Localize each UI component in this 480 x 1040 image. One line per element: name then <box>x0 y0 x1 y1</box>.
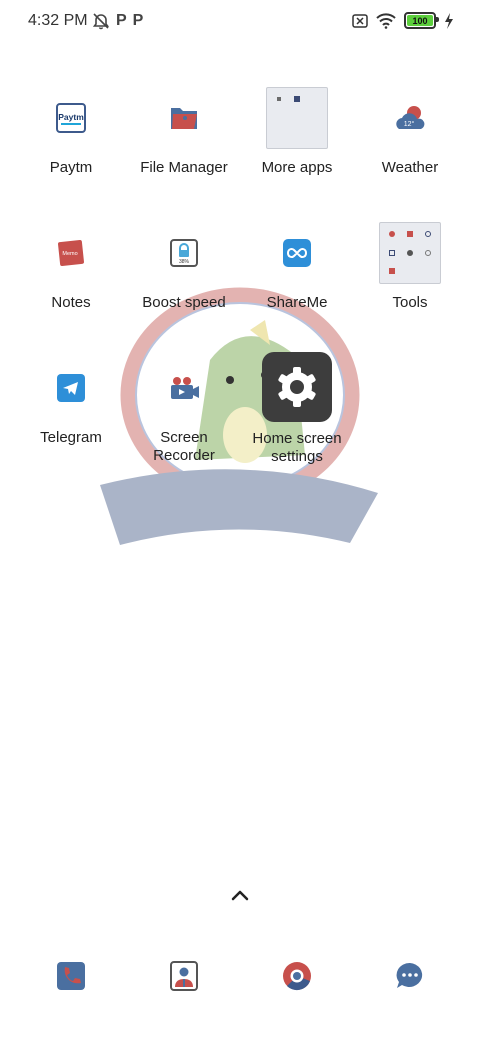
app-label: Weather <box>381 159 439 176</box>
folder-tools-icon <box>379 222 441 284</box>
settings-gear-icon <box>262 352 332 422</box>
contacts-icon <box>170 961 198 991</box>
telegram-icon <box>57 374 85 402</box>
messages-icon <box>396 962 423 988</box>
app-label: Paytm <box>49 159 93 176</box>
dock-contacts[interactable] <box>153 945 215 1007</box>
app-label: Boost speed <box>142 294 226 311</box>
battery-icon: 100 <box>404 12 439 29</box>
chevron-up-icon[interactable] <box>228 885 252 905</box>
no-sim-icon <box>352 13 368 28</box>
weather-icon: 12° <box>396 106 425 129</box>
app-paytm[interactable]: Paytm Paytm <box>15 87 127 177</box>
app-telegram[interactable]: Telegram <box>15 357 127 447</box>
app-label: Notes <box>51 294 91 311</box>
app-folder-more-apps[interactable]: More apps <box>241 87 353 177</box>
app-label: Home screen settings <box>252 430 342 465</box>
shareme-icon <box>283 239 311 267</box>
app-shareme[interactable]: ShareMe <box>241 222 353 312</box>
app-weather[interactable]: 12° Weather <box>354 87 466 177</box>
phone-icon <box>57 962 85 990</box>
chrome-icon <box>283 962 311 991</box>
dock-browser[interactable] <box>266 945 328 1007</box>
screen-recorder-icon <box>171 377 199 399</box>
status-right-icons: 100 <box>352 12 454 29</box>
boost-percent: 38% <box>179 259 190 265</box>
dock-phone[interactable] <box>40 945 102 1007</box>
battery-level: 100 <box>412 15 428 26</box>
dock <box>0 945 480 1005</box>
app-label: Telegram <box>40 429 102 446</box>
status-left-icons: P P <box>92 12 143 30</box>
app-boost-speed[interactable]: 38% Boost speed <box>128 222 240 312</box>
alarm-off-icon <box>92 13 110 30</box>
folder-more-apps-icon <box>266 87 328 149</box>
weather-temp: 12° <box>404 120 415 128</box>
app-home-screen-settings[interactable]: Home screen settings <box>241 352 353 466</box>
folder-icon <box>171 108 197 129</box>
boost-speed-icon: 38% <box>170 239 198 267</box>
dock-messages[interactable] <box>379 945 441 1007</box>
app-label: Tools <box>392 294 428 311</box>
notes-memo-text: Memo <box>62 251 77 257</box>
paytm-icon: Paytm <box>56 103 86 133</box>
app-label: More apps <box>261 159 333 176</box>
app-label: ShareMe <box>266 294 328 311</box>
p-icon: P <box>116 12 127 29</box>
paytm-logo-text: Paytm <box>58 112 84 122</box>
app-screen-recorder[interactable]: Screen Recorder <box>128 357 240 465</box>
wifi-icon <box>376 12 396 29</box>
app-label: File Manager <box>140 159 228 176</box>
app-file-manager[interactable]: File Manager <box>128 87 240 177</box>
app-label: Screen Recorder <box>153 429 215 464</box>
charging-icon <box>445 12 453 29</box>
app-notes[interactable]: Memo Notes <box>15 222 127 312</box>
status-time: 4:32 PM <box>28 12 88 29</box>
p-icon: P <box>132 12 144 29</box>
status-bar: 4:32 PM P P 100 <box>0 0 480 44</box>
app-folder-tools[interactable]: Tools <box>354 222 466 312</box>
notes-icon: Memo <box>58 240 84 266</box>
